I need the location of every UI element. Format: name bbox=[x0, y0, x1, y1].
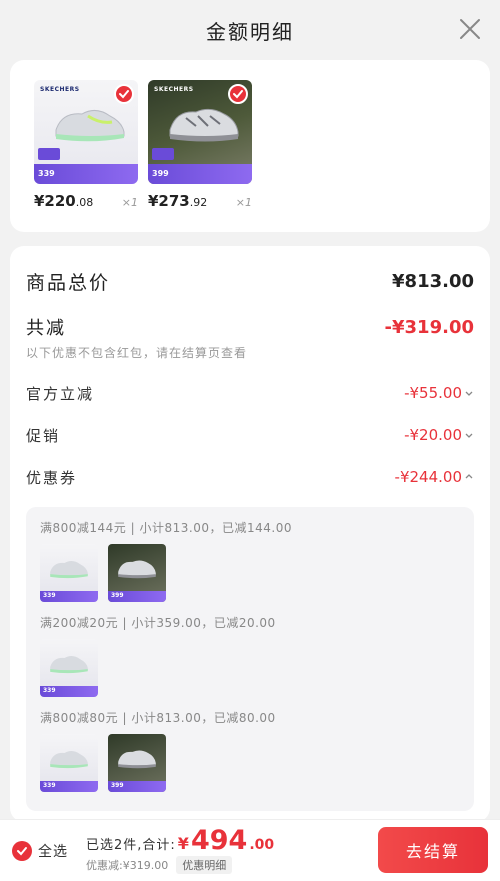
promo-value: -¥20.00 bbox=[404, 426, 462, 444]
official-row[interactable]: 官方立减 -¥55.00 bbox=[26, 383, 474, 403]
order-summary: 已选2件,合计: ¥ 494 .00 优惠减:¥319.00 优惠明细 bbox=[86, 827, 274, 874]
summary-bottom: 优惠减:¥319.00 优惠明细 bbox=[86, 856, 274, 874]
saved-amount: 优惠减:¥319.00 bbox=[86, 859, 169, 872]
mini-promo-price: 339 bbox=[43, 592, 56, 599]
product-item[interactable]: SKECHERS 399 ¥273.92 ×1 bbox=[148, 80, 252, 232]
price-decimal: .08 bbox=[75, 196, 94, 209]
close-icon[interactable] bbox=[458, 17, 482, 41]
header: 金额明细 bbox=[0, 0, 500, 60]
mini-promo-strip: 339 bbox=[40, 781, 98, 792]
coupon-label: 优惠券 bbox=[26, 468, 78, 487]
promo-tag bbox=[152, 148, 174, 160]
checkout-bar: 全选 已选2件,合计: ¥ 494 .00 优惠减:¥319.00 优惠明细 去… bbox=[0, 819, 500, 881]
amount-decimal: .00 bbox=[249, 837, 275, 853]
shoe-icon bbox=[55, 110, 125, 142]
mini-product-image: 399 bbox=[108, 544, 166, 602]
shoe-icon bbox=[50, 561, 88, 579]
coupon-products: 339 399 bbox=[40, 544, 460, 602]
coupon-products: 339 bbox=[40, 639, 460, 697]
price-row: ¥273.92 ×1 bbox=[148, 192, 252, 210]
chevron-down-icon[interactable] bbox=[464, 388, 474, 398]
summary-top: 已选2件,合计: ¥ 494 .00 bbox=[86, 827, 274, 854]
coupon-products: 339 399 bbox=[40, 734, 460, 792]
selected-count: 已选2件,合计: bbox=[86, 838, 176, 853]
amount-currency: ¥ bbox=[177, 834, 189, 853]
promo-price: 399 bbox=[152, 169, 169, 178]
discount-detail-link[interactable]: 优惠明细 bbox=[176, 856, 233, 874]
product-price: ¥273.92 bbox=[148, 192, 207, 210]
coupon-rule: 满800减144元 | 小计813.00，已减144.00 bbox=[40, 521, 292, 535]
shoe-icon bbox=[50, 656, 88, 674]
promo-strip: 399 bbox=[148, 164, 252, 184]
brand-logo: SKECHERS bbox=[154, 86, 194, 93]
page-title: 金额明细 bbox=[206, 19, 294, 44]
amount-detail: 商品总价 ¥813.00 共减 -¥319.00 以下优惠不包含红包，请在结算页… bbox=[10, 246, 490, 822]
product-image[interactable]: SKECHERS 399 bbox=[148, 80, 252, 184]
mini-promo-price: 339 bbox=[43, 687, 56, 694]
promo-strip: 339 bbox=[34, 164, 138, 184]
promo-price: 339 bbox=[38, 169, 55, 178]
total-value: ¥813.00 bbox=[392, 270, 474, 292]
select-all-toggle[interactable]: 全选 bbox=[12, 840, 68, 861]
total-row: 商品总价 ¥813.00 bbox=[26, 266, 474, 296]
checkout-button[interactable]: 去结算 bbox=[378, 827, 488, 873]
mini-product-image: 339 bbox=[40, 639, 98, 697]
coupon-value-wrap: -¥244.00 bbox=[395, 468, 474, 486]
discount-note: 以下优惠不包含红包，请在结算页查看 bbox=[26, 346, 248, 360]
official-value-wrap: -¥55.00 bbox=[404, 384, 474, 402]
mini-promo-price: 399 bbox=[111, 592, 124, 599]
mini-promo-price: 399 bbox=[111, 782, 124, 789]
shoe-icon bbox=[50, 751, 88, 769]
product-qty: ×1 bbox=[121, 196, 138, 209]
price-integer: ¥220 bbox=[34, 192, 76, 210]
coupon-rule: 满200减20元 | 小计359.00，已减20.00 bbox=[40, 616, 276, 630]
select-all-label: 全选 bbox=[38, 843, 68, 860]
mini-product-image: 339 bbox=[40, 734, 98, 792]
checked-icon[interactable] bbox=[114, 84, 134, 104]
mini-promo-strip: 339 bbox=[40, 686, 98, 697]
brand-logo: SKECHERS bbox=[40, 86, 80, 93]
shoe-icon bbox=[118, 750, 156, 769]
discount-label: 共减 bbox=[26, 318, 66, 339]
discount-value: -¥319.00 bbox=[384, 316, 474, 338]
checked-icon[interactable] bbox=[228, 84, 248, 104]
discount-row: 共减 -¥319.00 bbox=[26, 314, 474, 340]
chevron-up-icon[interactable] bbox=[464, 472, 474, 482]
promo-tag bbox=[38, 148, 60, 160]
mini-product-image: 339 bbox=[40, 544, 98, 602]
price-decimal: .92 bbox=[189, 196, 208, 209]
shoe-icon bbox=[118, 560, 156, 579]
product-image[interactable]: SKECHERS 339 bbox=[34, 80, 138, 184]
checked-icon[interactable] bbox=[12, 840, 32, 861]
promo-value-wrap: -¥20.00 bbox=[404, 426, 474, 444]
promo-row[interactable]: 促销 -¥20.00 bbox=[26, 425, 474, 445]
mini-promo-strip: 339 bbox=[40, 591, 98, 602]
product-price: ¥220.08 bbox=[34, 192, 93, 210]
product-list: SKECHERS 339 ¥220.08 ×1 SKECHERS 399 ¥27… bbox=[10, 60, 490, 232]
coupon-rule: 满800减80元 | 小计813.00，已减80.00 bbox=[40, 711, 276, 725]
coupon-row[interactable]: 优惠券 -¥244.00 bbox=[26, 467, 474, 487]
mini-promo-strip: 399 bbox=[108, 591, 166, 602]
official-value: -¥55.00 bbox=[404, 384, 462, 402]
price-integer: ¥273 bbox=[148, 192, 190, 210]
official-label: 官方立减 bbox=[26, 384, 95, 403]
coupon-value: -¥244.00 bbox=[394, 468, 462, 486]
coupon-detail-box: 满800减144元 | 小计813.00，已减144.00 339 399 满2… bbox=[26, 507, 474, 811]
shoe-icon bbox=[169, 108, 239, 142]
product-item[interactable]: SKECHERS 339 ¥220.08 ×1 bbox=[34, 80, 138, 232]
price-row: ¥220.08 ×1 bbox=[34, 192, 138, 210]
product-qty: ×1 bbox=[235, 196, 252, 209]
amount-integer: 494 bbox=[190, 825, 248, 856]
total-label: 商品总价 bbox=[26, 271, 111, 294]
promo-label: 促销 bbox=[26, 426, 61, 445]
mini-product-image: 399 bbox=[108, 734, 166, 792]
mini-promo-price: 339 bbox=[43, 782, 56, 789]
mini-promo-strip: 399 bbox=[108, 781, 166, 792]
chevron-down-icon[interactable] bbox=[464, 430, 474, 440]
